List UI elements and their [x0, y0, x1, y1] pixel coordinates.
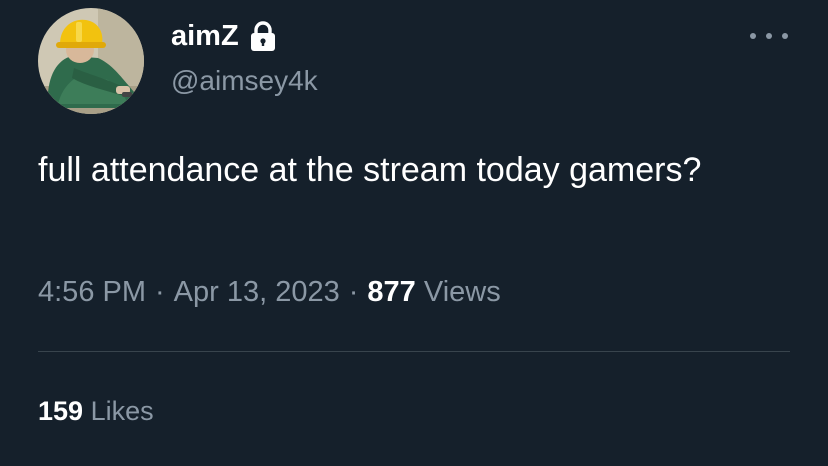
more-dot — [766, 33, 772, 39]
display-name-row[interactable]: aimZ — [171, 18, 278, 54]
tweet-text: full attendance at the stream today game… — [38, 151, 702, 189]
tweet-date[interactable]: Apr 13, 2023 — [174, 276, 340, 308]
meta-separator: · — [348, 276, 359, 308]
divider — [38, 351, 790, 352]
avatar-image — [38, 8, 144, 114]
lock-icon — [248, 20, 278, 53]
user-handle[interactable]: @aimsey4k — [171, 64, 318, 98]
meta-separator: · — [155, 276, 165, 308]
more-options-icon[interactable] — [750, 22, 788, 50]
tweet-time[interactable]: 4:56 PM — [38, 276, 146, 308]
likes-count: 159 — [38, 396, 84, 426]
tweet-card: aimZ @aimsey4k full attendance at the st… — [0, 0, 828, 466]
likes-label: Likes — [90, 396, 154, 426]
more-dot — [782, 33, 788, 39]
tweet-meta: 4:56 PM · Apr 13, 2023 · 877 Views — [38, 272, 501, 312]
views-count: 877 — [367, 276, 416, 308]
likes-stat[interactable]: 159 Likes — [38, 392, 154, 430]
avatar[interactable] — [38, 8, 144, 114]
views-label: Views — [423, 276, 501, 308]
display-name[interactable]: aimZ — [171, 18, 239, 54]
more-dot — [750, 33, 756, 39]
